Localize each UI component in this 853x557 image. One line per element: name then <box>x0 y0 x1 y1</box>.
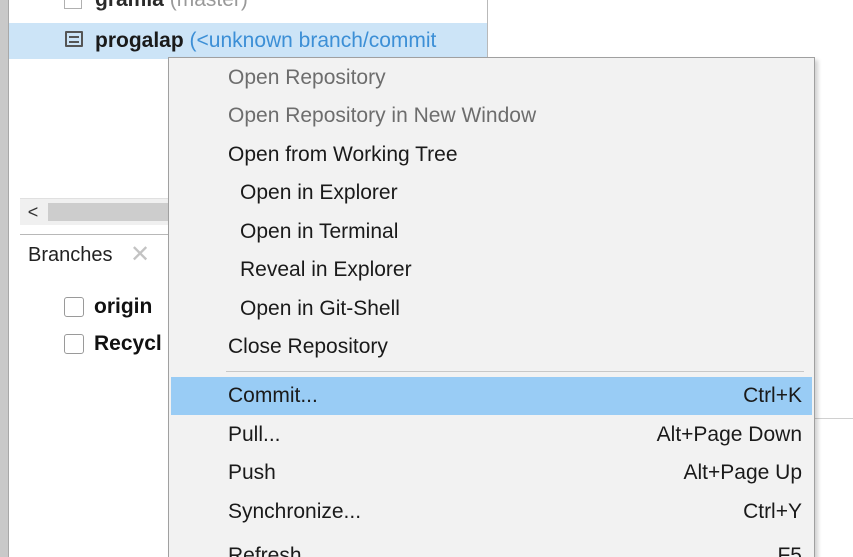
menu-item-label: Close Repository <box>228 335 388 358</box>
menu-item-open-repository-new-window[interactable]: Open Repository in New Window <box>171 97 812 135</box>
repository-icon <box>65 31 83 47</box>
menu-item-open-in-terminal[interactable]: Open in Terminal <box>171 213 812 251</box>
menu-item-close-repository[interactable]: Close Repository <box>171 328 812 366</box>
repo-branch-label: (master) <box>170 0 248 11</box>
menu-item-shortcut: Alt+Page Up <box>683 461 803 484</box>
repo-checkbox[interactable] <box>64 0 82 9</box>
menu-item-label: Refresh <box>228 544 302 557</box>
menu-item-push[interactable]: Push Alt+Page Up <box>171 454 812 492</box>
repo-branch-label: (<unknown branch/commit <box>189 29 437 52</box>
menu-item-label: Open Repository <box>228 66 386 89</box>
menu-item-open-from-working-tree[interactable]: Open from Working Tree <box>171 136 812 174</box>
branch-checkbox[interactable] <box>64 334 84 354</box>
menu-item-label: Reveal in Explorer <box>240 258 412 281</box>
menu-item-shortcut: Ctrl+Y <box>743 500 802 523</box>
repository-context-menu: Open Repository Open Repository in New W… <box>168 57 815 557</box>
menu-item-label: Synchronize... <box>228 500 362 523</box>
menu-item-shortcut: F5 <box>777 544 802 557</box>
branch-label: Recycl <box>94 332 162 355</box>
menu-item-open-repository[interactable]: Open Repository <box>171 59 812 97</box>
menu-item-label: Open in Terminal <box>240 220 399 243</box>
menu-item-label: Open from Working Tree <box>228 143 458 166</box>
menu-item-label: Pull... <box>228 423 281 446</box>
menu-item-label: Commit... <box>228 384 318 407</box>
repo-name-text: gramla <box>95 0 164 11</box>
menu-item-label: Open Repository in New Window <box>228 104 537 127</box>
branch-label: origin <box>94 295 153 318</box>
menu-item-synchronize[interactable]: Synchronize... Ctrl+Y <box>171 493 812 531</box>
repo-name-label: progalap (<unknown branch/commit <box>95 23 436 59</box>
repo-name-label: gramla (master) <box>95 0 248 18</box>
scroll-left-arrow-icon[interactable]: < <box>20 199 46 225</box>
close-icon[interactable]: ✕ <box>130 240 150 269</box>
menu-item-reveal-in-explorer[interactable]: Reveal in Explorer <box>171 251 812 289</box>
branch-checkbox[interactable] <box>64 297 84 317</box>
menu-item-pull[interactable]: Pull... Alt+Page Down <box>171 416 812 454</box>
menu-separator <box>226 371 804 372</box>
repo-row-progalap[interactable]: progalap (<unknown branch/commit <box>9 23 487 59</box>
menu-item-shortcut: Alt+Page Down <box>656 423 802 446</box>
menu-item-open-in-explorer[interactable]: Open in Explorer <box>171 174 812 212</box>
menu-item-commit[interactable]: Commit... Ctrl+K <box>171 377 812 415</box>
menu-item-shortcut: Ctrl+K <box>743 384 802 407</box>
menu-item-label: Open in Explorer <box>240 181 398 204</box>
branches-tab-title[interactable]: Branches <box>28 244 113 267</box>
menu-item-label: Push <box>228 461 276 484</box>
repo-name-text: progalap <box>95 29 184 52</box>
window-frame-edge <box>0 0 9 557</box>
menu-item-refresh[interactable]: Refresh F5 <box>171 537 812 557</box>
app-window: gramla (master) progalap (<unknown branc… <box>0 0 853 557</box>
menu-item-open-in-git-shell[interactable]: Open in Git-Shell <box>171 290 812 328</box>
repo-row-gramla[interactable]: gramla (master) <box>9 0 487 18</box>
menu-item-label: Open in Git-Shell <box>240 297 400 320</box>
